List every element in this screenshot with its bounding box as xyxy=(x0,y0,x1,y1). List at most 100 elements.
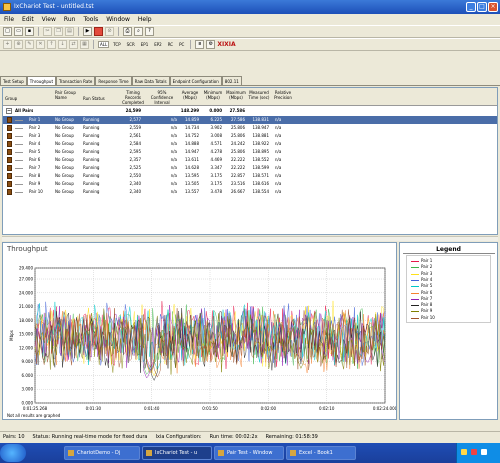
open-icon[interactable]: ▭ xyxy=(14,27,23,36)
table-row[interactable]: Pair 5 No Group Running 2,595 n/a 14.947 4.278… xyxy=(3,148,497,156)
menu-window[interactable]: Window xyxy=(106,16,130,23)
group-icon[interactable]: ▦ xyxy=(80,40,89,49)
table-row[interactable]: Pair 1 No Group Running 2,577 n/a 14.859 6.225… xyxy=(3,116,497,124)
filter-ep2-button[interactable]: EP2 xyxy=(152,41,163,48)
tab-response-time[interactable]: Response Time xyxy=(95,76,132,85)
col-minimum[interactable]: Minimum (Mbps) xyxy=(202,90,224,100)
legend-label: Pair 10 xyxy=(421,314,435,320)
main-toolbar: □ ▭ ▪ ✂ ❐ ▤ ▶ ⊘ ⎙ ⌕ ? xyxy=(0,25,500,38)
tab-80211[interactable]: 802.11 xyxy=(221,76,242,85)
new-icon[interactable]: □ xyxy=(3,27,12,36)
settings-icon[interactable]: ⚙ xyxy=(206,40,216,49)
start-button[interactable] xyxy=(0,444,26,462)
pair-minimum: 3.902 xyxy=(210,125,222,130)
pair-icon xyxy=(7,133,12,139)
cut-icon[interactable]: ✂ xyxy=(43,27,52,36)
pair-timing: 2,559 xyxy=(129,125,141,130)
table-row[interactable]: Pair 6 No Group Running 2,357 n/a 13.611 4.469… xyxy=(3,156,497,164)
col-maximum[interactable]: Maximum (Mbps) xyxy=(225,90,247,100)
col-group[interactable]: Group xyxy=(5,96,25,101)
filter-scr-button[interactable]: SCR xyxy=(125,41,137,48)
menu-edit[interactable]: Edit xyxy=(22,16,34,23)
filter-rc-button[interactable]: RC xyxy=(166,41,175,48)
find-icon[interactable]: ⌕ xyxy=(134,27,143,36)
tab-raw-data-totals[interactable]: Raw Data Totals xyxy=(131,76,170,85)
status-ixia-config: Ixia Configuration: xyxy=(155,433,202,440)
status-pairs: Pairs: 10 xyxy=(3,433,25,440)
y-tick-label: 6.000 xyxy=(22,373,34,378)
col-timing-records[interactable]: Timing Records Completed xyxy=(119,90,147,105)
swap-icon[interactable]: ⇄ xyxy=(69,40,78,49)
tab-transaction-rate[interactable]: Transaction Rate xyxy=(56,76,96,85)
all-pairs-row[interactable]: − All Pairs 24,599 148.299 0.000 27.586 xyxy=(3,107,497,115)
table-row[interactable]: Pair 10 No Group Running 2,340 n/a 13.557 3.47… xyxy=(3,188,497,196)
table-row[interactable]: Pair 4 No Group Running 2,584 n/a 14.888 4.571… xyxy=(3,140,497,148)
task-item-1[interactable]: ChariotDemo - Dj xyxy=(64,446,140,460)
edit-pair-icon[interactable]: ✎ xyxy=(25,40,34,49)
pair-status: Running xyxy=(83,125,100,130)
pair-group: No Group xyxy=(55,157,74,162)
tab-test-setup[interactable]: Test Setup xyxy=(0,76,27,85)
pair-timing: 2,525 xyxy=(129,165,141,170)
table-row[interactable]: Pair 7 No Group Running 2,525 n/a 14.628 3.347… xyxy=(3,164,497,172)
col-pair-group[interactable]: Pair Group Name xyxy=(55,90,81,100)
task-item-2[interactable]: IxChariot Test - u xyxy=(142,446,212,460)
col-relative-precision[interactable]: Relative Precision xyxy=(271,90,295,100)
print-icon[interactable]: ⎙ xyxy=(123,27,132,36)
move-up-icon[interactable]: ↑ xyxy=(47,40,56,49)
save-icon[interactable]: ▪ xyxy=(25,27,34,36)
task-item-4[interactable]: Excel - Book1 xyxy=(286,446,356,460)
table-row[interactable]: Pair 8 No Group Running 2,550 n/a 13.595 3.175… xyxy=(3,172,497,180)
help-icon[interactable]: ? xyxy=(145,27,154,36)
pair-measured-time: 138.616 xyxy=(252,181,269,186)
col-run-status[interactable]: Run Status xyxy=(83,96,113,101)
table-row[interactable]: Pair 9 No Group Running 2,340 n/a 13.505 3.175… xyxy=(3,180,497,188)
filter-all-button[interactable]: ALL xyxy=(98,41,110,48)
run-icon[interactable]: ▶ xyxy=(83,27,92,36)
table-row[interactable]: Pair 2 No Group Running 2,559 n/a 14.734 3.902… xyxy=(3,124,497,132)
minimize-button[interactable]: _ xyxy=(466,2,476,12)
pair-timing: 2,584 xyxy=(129,141,141,146)
all-pairs-label: All Pairs xyxy=(15,108,34,113)
legend-list: Pair 1 Pair 2 Pair 3 Pair 4 Pair 5 Pair 6 Pair… xyxy=(406,255,491,323)
network-icon[interactable] xyxy=(461,449,467,455)
table-row[interactable]: Pair 3 No Group Running 2,561 n/a 14.752 3.008… xyxy=(3,132,497,140)
menu-help[interactable]: Help xyxy=(138,16,152,23)
menu-tools[interactable]: Tools xyxy=(83,16,98,23)
table-horizontal-scrollbar[interactable] xyxy=(2,236,498,241)
pair-maximum: 25.806 xyxy=(231,125,245,130)
task-item-3[interactable]: Pair Test - Window xyxy=(214,446,284,460)
menu-file[interactable]: File xyxy=(4,16,14,23)
filter-tcp-button[interactable]: TCP xyxy=(111,41,122,48)
ixia-logo: XIXIA xyxy=(217,41,236,48)
abandon-icon[interactable]: ⊘ xyxy=(105,27,114,36)
volume-icon[interactable] xyxy=(481,449,487,455)
x-tick-label: 0:02:00 xyxy=(261,406,277,411)
filter-pc-button[interactable]: PC xyxy=(177,41,186,48)
filter-ep1-button[interactable]: EP1 xyxy=(139,41,150,48)
security-icon[interactable] xyxy=(471,449,477,455)
move-down-icon[interactable]: ↓ xyxy=(58,40,67,49)
col-average[interactable]: Average (Mbps) xyxy=(179,90,201,100)
close-button[interactable]: × xyxy=(488,2,498,12)
delete-pair-icon[interactable]: ✕ xyxy=(36,40,45,49)
stop-icon[interactable] xyxy=(94,27,103,36)
col-confidence[interactable]: 95% Confidence Interval xyxy=(146,90,178,105)
menu-run[interactable]: Run xyxy=(64,16,76,23)
col-measured-time[interactable]: Measured Time (sec) xyxy=(247,90,271,100)
collapse-icon[interactable]: − xyxy=(6,108,12,114)
tab-endpoint-configuration[interactable]: Endpoint Configuration xyxy=(169,76,222,85)
x-tick-label: 0:01:50 xyxy=(202,406,218,411)
pair-status: Running xyxy=(83,157,100,162)
add-pair-icon[interactable]: + xyxy=(3,40,12,49)
paste-icon[interactable]: ▤ xyxy=(65,27,74,36)
tab-throughput[interactable]: Throughput xyxy=(26,76,57,85)
pair-maximum: 27.586 xyxy=(231,117,245,122)
copy-icon[interactable]: ❐ xyxy=(54,27,63,36)
pair-minimum: 4.571 xyxy=(210,141,222,146)
maximize-button[interactable]: □ xyxy=(477,2,487,12)
pair-maximum: 25.806 xyxy=(231,149,245,154)
add-multicast-icon[interactable]: ⊕ xyxy=(14,40,23,49)
bluetooth-icon[interactable]: ʙ xyxy=(195,40,205,49)
menu-view[interactable]: View xyxy=(42,16,56,23)
